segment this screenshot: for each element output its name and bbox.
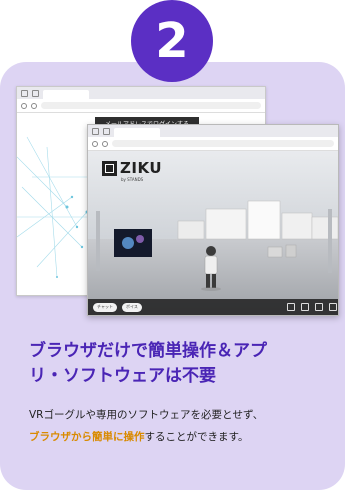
browser-address-bar <box>17 99 265 113</box>
ziku-logo: ZIKU <box>102 159 162 177</box>
browser-window-venue: ZIKU by STANDS チャット ボイス <box>87 124 339 316</box>
feature-description: VRゴーグルや専用のソフトウェアを必要とせず、 ブラウザから簡単に操作することがで… <box>29 404 334 448</box>
ziku-logo-subtext: by STANDS <box>121 177 144 182</box>
back-icon <box>92 140 98 147</box>
voice-button[interactable]: ボイス <box>121 302 142 312</box>
url-field <box>41 102 261 109</box>
map-icon[interactable] <box>301 303 309 311</box>
ziku-logo-text: ZIKU <box>120 159 162 177</box>
ziku-logo-mark-icon <box>102 160 117 176</box>
settings-icon[interactable] <box>329 303 337 311</box>
reload-icon <box>31 102 37 109</box>
feature-heading: ブラウザだけで簡単操作＆アプ リ・ソフトウェアは不要 <box>29 339 329 389</box>
user-icon[interactable] <box>315 303 323 311</box>
reload-icon <box>102 140 108 147</box>
url-field <box>112 140 334 147</box>
browser-tab-strip <box>88 125 338 137</box>
chat-button[interactable]: チャット <box>93 302 117 312</box>
window-icon <box>92 127 99 135</box>
heading-line-2: リ・ソフトウェアは不要 <box>29 366 216 386</box>
network-graphic-icon <box>17 136 92 278</box>
browser-tab <box>114 128 160 137</box>
browser-tab <box>43 90 89 99</box>
description-line-1: VRゴーグルや専用のソフトウェアを必要とせず、 <box>29 409 264 421</box>
heading-line-1: ブラウザだけで簡単操作＆アプ <box>29 341 267 361</box>
step-number-badge: 2 <box>131 0 213 82</box>
window-icon <box>32 89 39 97</box>
description-highlight: ブラウザから簡単に操作 <box>29 431 145 443</box>
description-line-2: することができます。 <box>144 431 249 443</box>
browser-tab-strip <box>17 87 265 99</box>
venue-toolbar: チャット ボイス <box>88 299 338 315</box>
menu-icon[interactable] <box>287 303 295 311</box>
window-icon <box>21 89 28 97</box>
browser-address-bar <box>88 137 338 151</box>
step-number: 2 <box>155 13 189 69</box>
window-icon <box>103 127 110 135</box>
back-icon <box>21 102 27 109</box>
